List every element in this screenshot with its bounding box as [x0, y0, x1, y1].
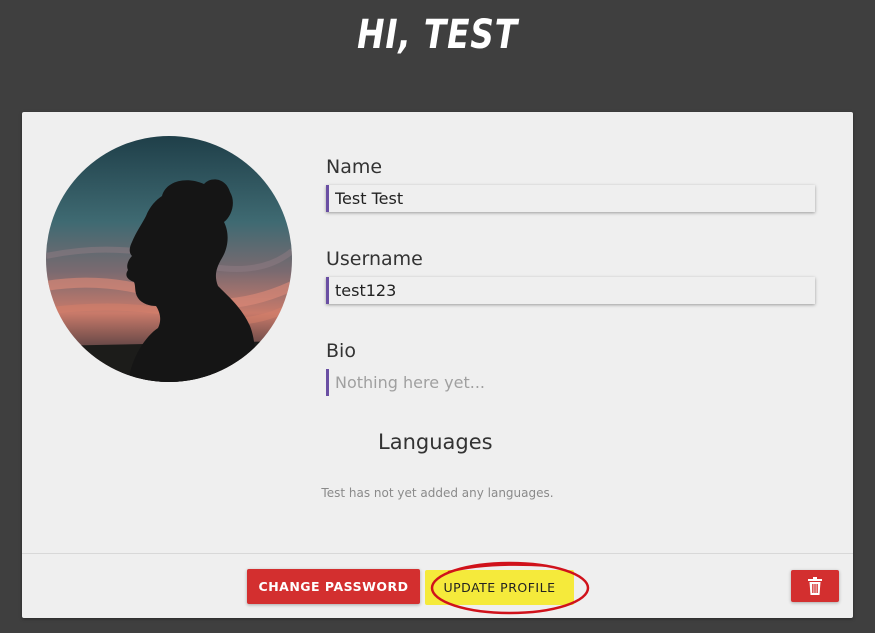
languages-heading: Languages: [378, 430, 493, 454]
avatar: [46, 136, 292, 382]
trash-icon: [808, 577, 822, 595]
delete-account-button[interactable]: [791, 570, 839, 602]
avatar-image: [46, 136, 292, 382]
page-title: HI, TEST: [357, 12, 518, 58]
username-field[interactable]: [326, 277, 815, 304]
divider: [22, 553, 853, 554]
languages-empty-message: Test has not yet added any languages.: [321, 486, 554, 500]
change-password-button[interactable]: CHANGE PASSWORD: [247, 569, 420, 604]
profile-card: Name Username Bio Languages Test has not…: [22, 112, 853, 618]
bio-label: Bio: [326, 340, 356, 362]
update-profile-button[interactable]: UPDATE PROFILE: [425, 570, 574, 605]
name-label: Name: [326, 156, 383, 178]
name-field[interactable]: [326, 185, 815, 212]
bio-field[interactable]: [326, 369, 815, 396]
username-label: Username: [326, 248, 423, 270]
